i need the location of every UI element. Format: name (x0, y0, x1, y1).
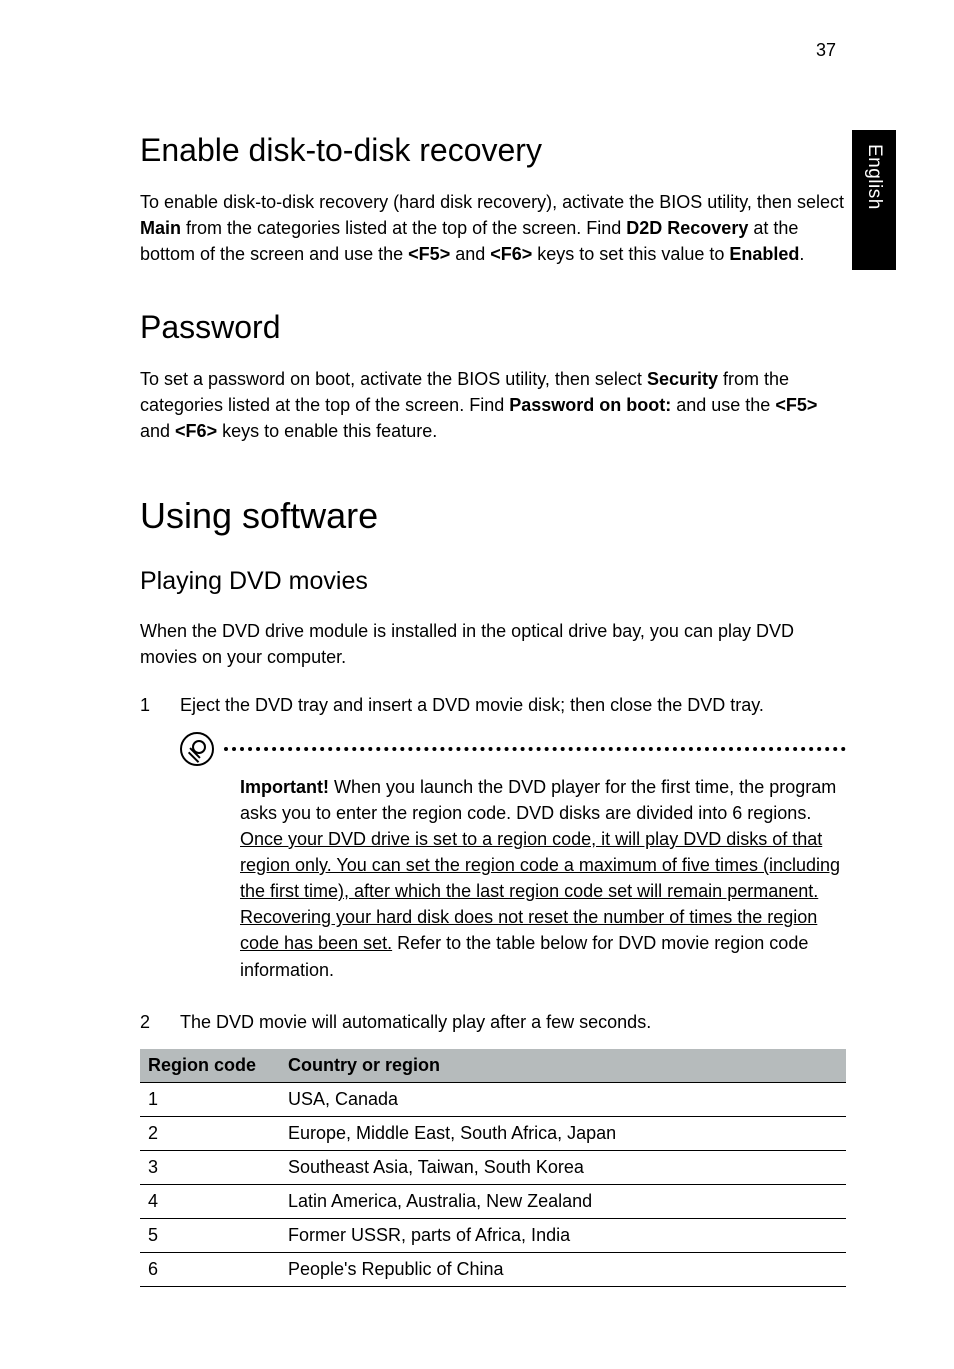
text-bold: Password on boot: (509, 395, 671, 415)
paragraph-password: To set a password on boot, activate the … (140, 366, 846, 444)
step-text: Eject the DVD tray and insert a DVD movi… (180, 692, 764, 718)
text: To enable disk-to-disk recovery (hard di… (140, 192, 844, 212)
cell-code: 1 (140, 1082, 280, 1116)
text-bold: <F5> (775, 395, 817, 415)
dotted-rule (224, 747, 846, 751)
text-bold: Enabled (729, 244, 799, 264)
text-bold: Main (140, 218, 181, 238)
heading-password: Password (140, 309, 846, 346)
step-list: 1 Eject the DVD tray and insert a DVD mo… (140, 692, 846, 718)
text-bold: <F5> (408, 244, 450, 264)
cell-code: 4 (140, 1184, 280, 1218)
table-header-region-code: Region code (140, 1049, 280, 1083)
key-icon (180, 732, 214, 766)
text: When you launch the DVD player for the f… (240, 777, 836, 823)
text: from the categories listed at the top of… (181, 218, 626, 238)
step-number: 2 (140, 1009, 180, 1035)
page-number: 37 (816, 40, 836, 61)
step-text: The DVD movie will automatically play af… (180, 1009, 651, 1035)
cell-region: Southeast Asia, Taiwan, South Korea (280, 1150, 846, 1184)
callout-header (180, 732, 846, 766)
region-table: Region code Country or region 1 USA, Can… (140, 1049, 846, 1287)
cell-region: Latin America, Australia, New Zealand (280, 1184, 846, 1218)
text: keys to set this value to (532, 244, 729, 264)
cell-region: USA, Canada (280, 1082, 846, 1116)
step-2: 2 The DVD movie will automatically play … (140, 1009, 846, 1035)
cell-region: Europe, Middle East, South Africa, Japan (280, 1116, 846, 1150)
table-row: 1 USA, Canada (140, 1082, 846, 1116)
text-bold: Important! (240, 777, 329, 797)
table-row: 3 Southeast Asia, Taiwan, South Korea (140, 1150, 846, 1184)
cell-region: Former USSR, parts of Africa, India (280, 1218, 846, 1252)
cell-code: 2 (140, 1116, 280, 1150)
cell-region: People's Republic of China (280, 1252, 846, 1286)
language-tab-label: English (863, 144, 885, 210)
callout-body: Important! When you launch the DVD playe… (180, 774, 846, 983)
table-header-country: Country or region (280, 1049, 846, 1083)
page: 37 English Enable disk-to-disk recovery … (0, 0, 954, 1369)
step-list: 2 The DVD movie will automatically play … (140, 1009, 846, 1035)
paragraph-dvd-intro: When the DVD drive module is installed i… (140, 618, 846, 670)
table-row: 4 Latin America, Australia, New Zealand (140, 1184, 846, 1218)
cell-code: 5 (140, 1218, 280, 1252)
text-bold: D2D Recovery (626, 218, 748, 238)
text: To set a password on boot, activate the … (140, 369, 647, 389)
language-tab: English (852, 130, 896, 270)
table-row: 6 People's Republic of China (140, 1252, 846, 1286)
text: and (450, 244, 490, 264)
cell-code: 6 (140, 1252, 280, 1286)
text-bold: Security (647, 369, 718, 389)
cell-code: 3 (140, 1150, 280, 1184)
text: keys to enable this feature. (217, 421, 437, 441)
table-row: 2 Europe, Middle East, South Africa, Jap… (140, 1116, 846, 1150)
step-1: 1 Eject the DVD tray and insert a DVD mo… (140, 692, 846, 718)
text-bold: <F6> (175, 421, 217, 441)
paragraph-d2d: To enable disk-to-disk recovery (hard di… (140, 189, 846, 267)
heading-playing-dvd: Playing DVD movies (140, 567, 846, 596)
text: and use the (671, 395, 775, 415)
text: . (799, 244, 804, 264)
text: and (140, 421, 175, 441)
heading-enable-d2d: Enable disk-to-disk recovery (140, 132, 846, 169)
table-row: 5 Former USSR, parts of Africa, India (140, 1218, 846, 1252)
important-callout: Important! When you launch the DVD playe… (180, 732, 846, 983)
text-bold: <F6> (490, 244, 532, 264)
heading-using-software: Using software (140, 495, 846, 537)
step-number: 1 (140, 692, 180, 718)
